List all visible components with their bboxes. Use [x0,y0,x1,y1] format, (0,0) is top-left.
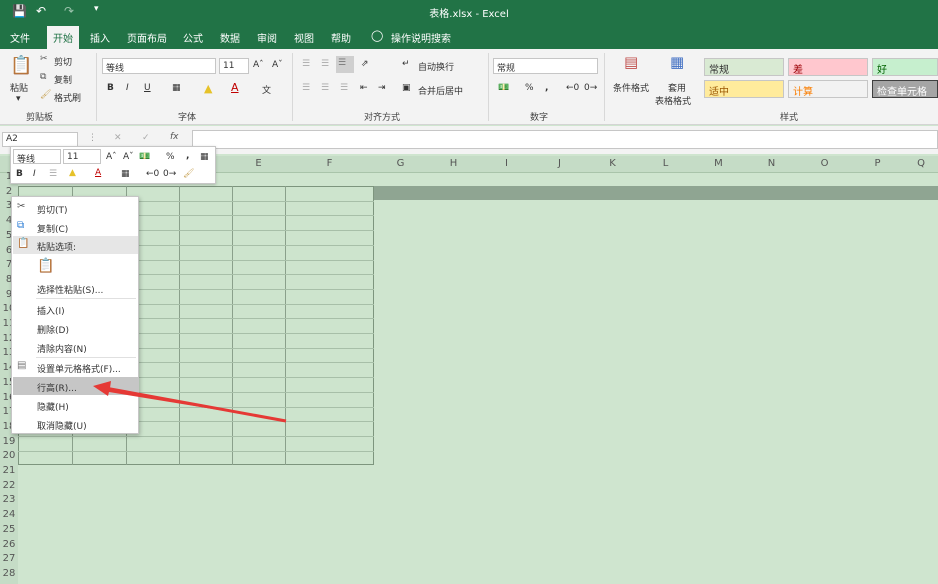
arrow-shaft [104,386,287,423]
annotation-arrow [93,381,287,423]
